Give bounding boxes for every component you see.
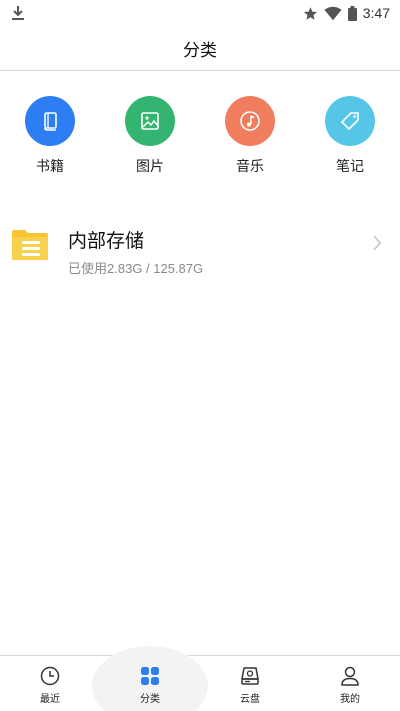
clock-icon: [40, 666, 60, 686]
user-icon: [341, 666, 359, 686]
category-music[interactable]: 音乐: [200, 96, 300, 186]
battery-icon: [347, 5, 357, 21]
category-notes-circle: [325, 96, 375, 146]
bottom-nav: 最近 分类 云盘 我的: [0, 646, 400, 711]
nav-recent[interactable]: 最近: [0, 656, 100, 711]
nav-recent-label: 最近: [40, 694, 60, 705]
category-images-label: 图片: [136, 159, 164, 175]
nav-cloud-drive[interactable]: 云盘: [200, 656, 300, 711]
chevron-right-icon: [373, 235, 381, 251]
cloud-drive-icon: [241, 667, 259, 685]
tag-icon: [341, 112, 359, 130]
category-books-label: 书籍: [36, 159, 64, 175]
status-icons: 3:47: [303, 3, 390, 23]
internal-storage-row[interactable]: 内部存储 已使用2.83G / 125.87G: [0, 212, 400, 282]
category-music-label: 音乐: [236, 159, 264, 175]
book-icon: [44, 112, 57, 131]
nav-category[interactable]: 分类: [92, 646, 208, 711]
page-title: 分类: [183, 40, 217, 61]
storage-name: 内部存储: [68, 230, 145, 252]
music-icon: [240, 111, 260, 131]
category-books[interactable]: 书籍: [0, 96, 100, 186]
category-images[interactable]: 图片: [100, 96, 200, 186]
header: 分类: [0, 26, 400, 71]
nav-profile[interactable]: 我的: [300, 656, 400, 711]
category-notes-label: 笔记: [336, 159, 364, 175]
image-icon: [141, 112, 159, 130]
storage-usage: 已使用2.83G / 125.87G: [68, 261, 204, 276]
nav-profile-label: 我的: [340, 694, 360, 705]
status-time: 3:47: [362, 5, 390, 21]
download-icon: [12, 6, 24, 20]
grid-icon: [141, 667, 159, 685]
wifi-icon: [324, 6, 342, 20]
category-grid: 书籍 图片 音乐 笔记: [0, 96, 400, 186]
category-books-circle: [25, 96, 75, 146]
folder-icon: [12, 230, 48, 260]
nav-cloud-drive-label: 云盘: [240, 694, 260, 705]
star-icon: [303, 6, 317, 20]
category-music-circle: [225, 96, 275, 146]
nav-category-label: 分类: [140, 694, 160, 705]
category-images-circle: [125, 96, 175, 146]
category-notes[interactable]: 笔记: [300, 96, 400, 186]
status-bar: 3:47: [0, 0, 400, 26]
